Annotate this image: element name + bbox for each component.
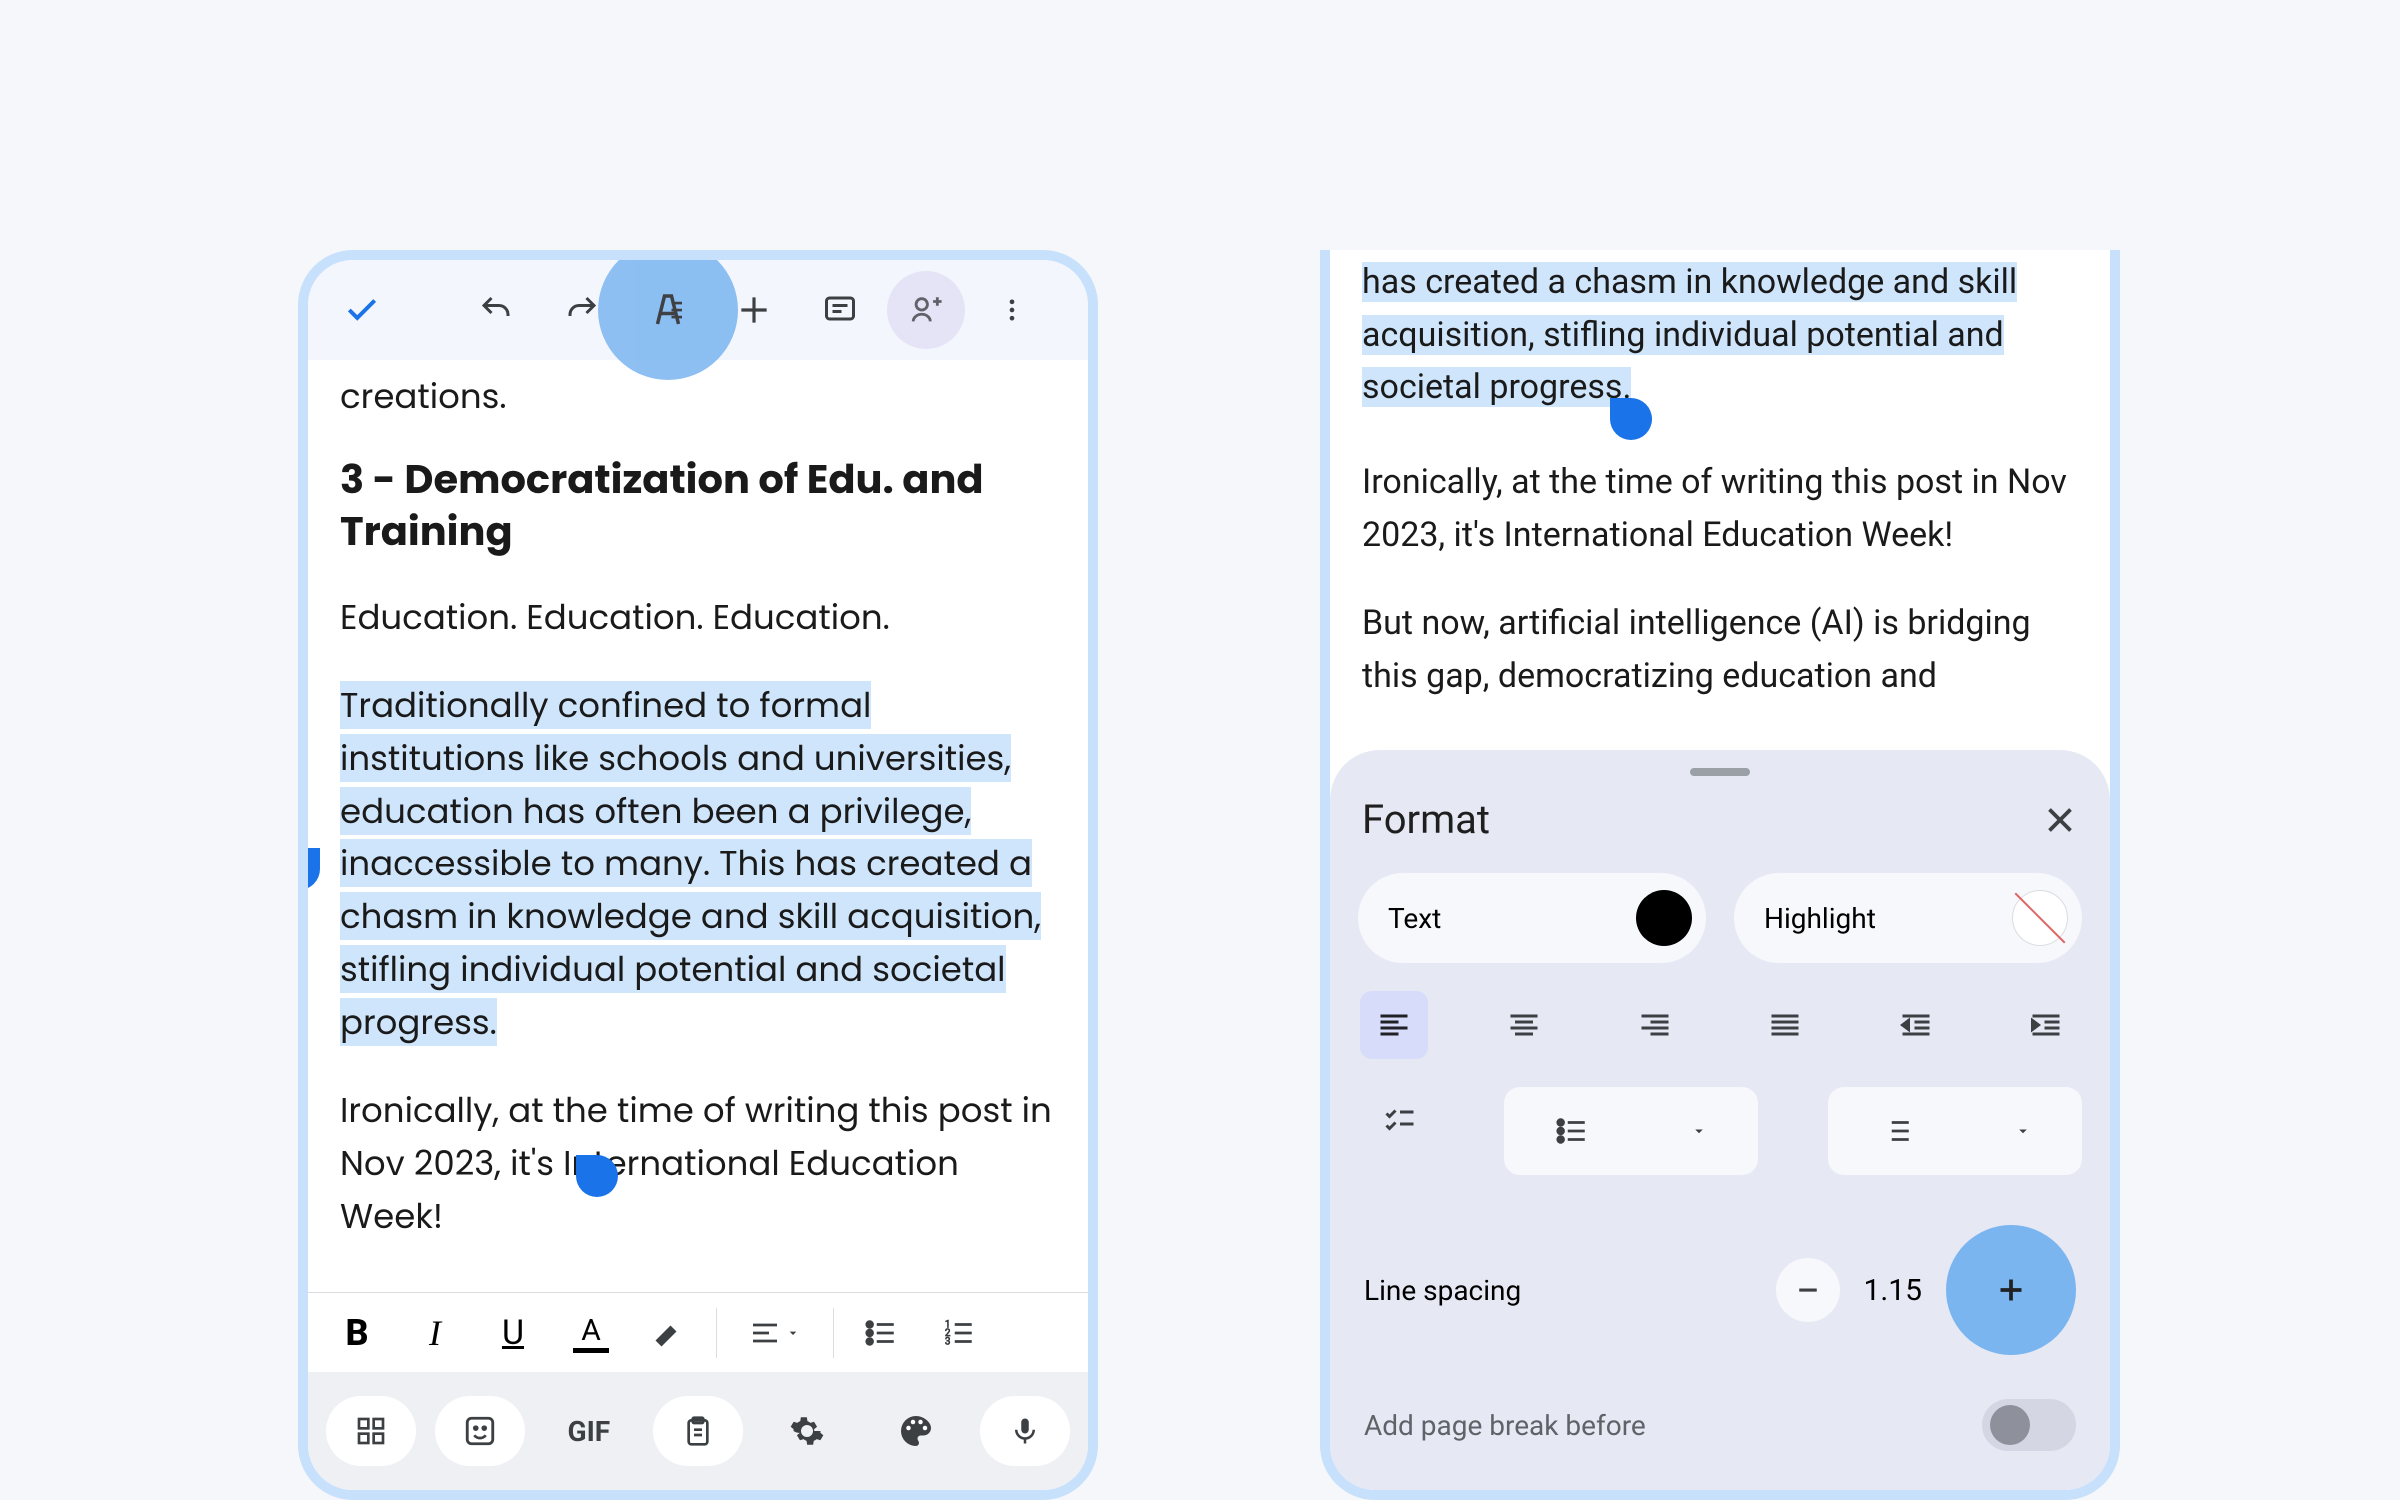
indent-increase-button[interactable]: [2012, 991, 2080, 1059]
align-right-button[interactable]: [1621, 991, 1689, 1059]
bullet-list-button[interactable]: [842, 1303, 920, 1363]
cutoff-line: creations.: [340, 370, 1056, 423]
phone-left: creations. 3 - Democratization of Edu. a…: [298, 250, 1098, 1500]
palette-icon[interactable]: [871, 1396, 961, 1466]
paragraph-now: But now, artificial intelligence (AI) is…: [1362, 597, 2078, 702]
bold-button[interactable]: B: [318, 1303, 396, 1363]
indent-decrease-button[interactable]: [1882, 991, 1950, 1059]
line-spacing-value: 1.15: [1864, 1273, 1923, 1308]
page-break-label: Add page break before: [1364, 1409, 1646, 1442]
line-spacing-label: Line spacing: [1364, 1274, 1521, 1307]
align-dropdown[interactable]: [725, 1303, 825, 1363]
top-toolbar: [308, 260, 1088, 360]
toggle-knob: [1990, 1405, 2030, 1445]
spacing-decrease-button[interactable]: [1776, 1258, 1840, 1322]
format-bar: B I U A 123: [308, 1292, 1088, 1372]
align-left-button[interactable]: [1360, 991, 1428, 1059]
chevron-down-icon: [1690, 1122, 1708, 1140]
separator: [833, 1308, 834, 1358]
gif-button[interactable]: GIF: [544, 1396, 634, 1466]
numbered-list-button[interactable]: 123: [920, 1303, 998, 1363]
format-bottom-sheet: Format Text Highlight: [1330, 750, 2110, 1490]
settings-icon[interactable]: [762, 1396, 852, 1466]
selection-end-handle[interactable]: [576, 1155, 618, 1197]
document-body[interactable]: creations. 3 - Democratization of Edu. a…: [308, 360, 1088, 1288]
close-icon[interactable]: [2042, 802, 2078, 838]
apps-icon[interactable]: [326, 1396, 416, 1466]
checklist-button[interactable]: [1366, 1087, 1434, 1155]
selected-text: Traditionally confined to formal institu…: [340, 681, 1041, 1045]
document-body-right[interactable]: has created a chasm in knowledge and ski…: [1330, 250, 2110, 703]
clipboard-icon[interactable]: [653, 1396, 743, 1466]
text-color-button[interactable]: A: [552, 1303, 630, 1363]
sheet-title: Format: [1362, 796, 1490, 843]
paragraph-2-selected: Traditionally confined to formal institu…: [340, 679, 1056, 1048]
phone-right: has created a chasm in knowledge and ski…: [1320, 250, 2120, 1500]
paragraph-ironic: Ironically, at the time of writing this …: [1362, 456, 2078, 561]
done-check-button[interactable]: [323, 271, 401, 349]
align-center-button[interactable]: [1490, 991, 1558, 1059]
format-button[interactable]: [629, 271, 707, 349]
comment-button[interactable]: [801, 271, 879, 349]
sticker-icon[interactable]: [435, 1396, 525, 1466]
align-justify-button[interactable]: [1751, 991, 1819, 1059]
selection-start-handle[interactable]: [298, 848, 320, 890]
chevron-down-icon: [2014, 1122, 2032, 1140]
underline-button[interactable]: U: [474, 1303, 552, 1363]
spacing-increase-button[interactable]: [1946, 1225, 2076, 1355]
selection-end-handle[interactable]: [1610, 398, 1652, 440]
alignment-row: [1358, 991, 2082, 1059]
text-color-chip[interactable]: Text: [1358, 873, 1706, 963]
page-break-toggle[interactable]: [1982, 1399, 2076, 1451]
drag-handle[interactable]: [1690, 768, 1750, 776]
paragraph-1: Education. Education. Education.: [340, 591, 1056, 644]
more-menu-button[interactable]: [973, 271, 1051, 349]
undo-button[interactable]: [457, 271, 535, 349]
paragraph-3: Ironically, at the time of writing this …: [340, 1084, 1056, 1242]
bullet-list-group[interactable]: [1504, 1087, 1758, 1175]
highlight-none-swatch: [2012, 890, 2068, 946]
text-color-swatch: [1636, 890, 1692, 946]
svg-text:3: 3: [945, 1336, 951, 1347]
italic-button[interactable]: I: [396, 1303, 474, 1363]
share-button[interactable]: [887, 271, 965, 349]
separator: [716, 1308, 717, 1358]
highlight-color-chip[interactable]: Highlight: [1734, 873, 2082, 963]
section-heading: 3 - Democratization of Edu. and Training: [340, 453, 1056, 557]
selected-tail: has created a chasm in knowledge and ski…: [1362, 256, 2078, 414]
mic-icon[interactable]: [980, 1396, 1070, 1466]
numbered-list-group[interactable]: [1828, 1087, 2082, 1175]
keyboard-suggestion-bar: GIF: [308, 1372, 1088, 1490]
highlight-color-button[interactable]: [630, 1303, 708, 1363]
